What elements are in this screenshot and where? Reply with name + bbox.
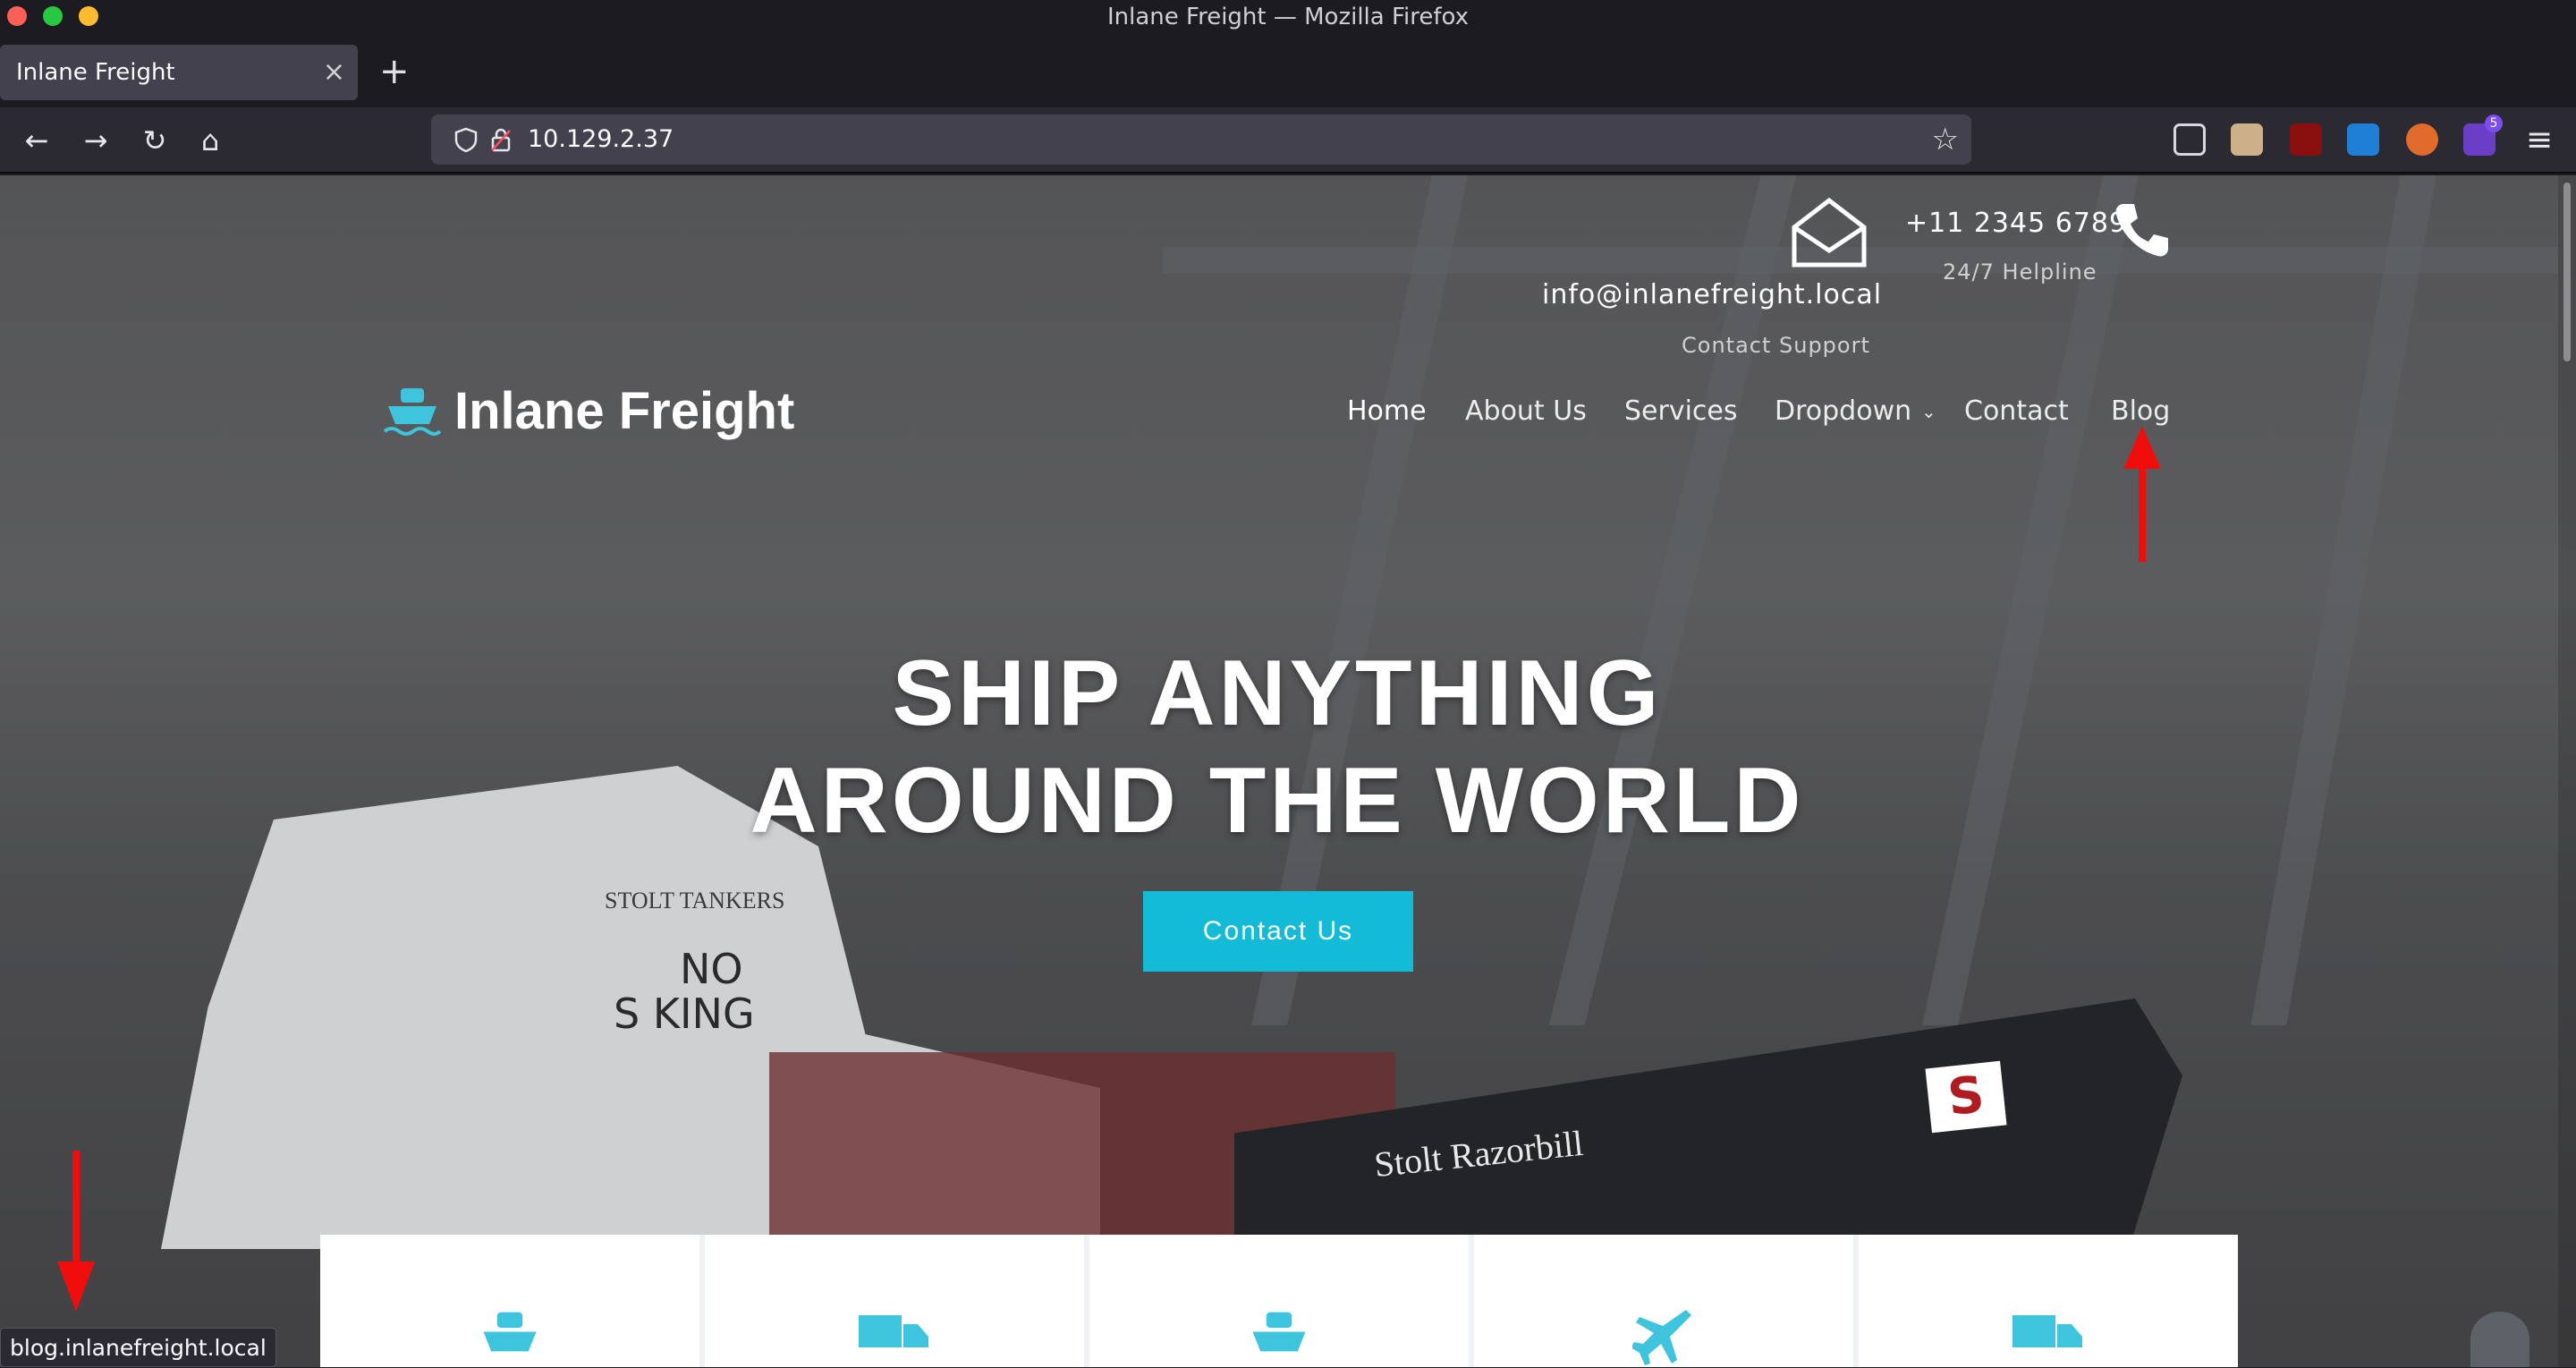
bookmark-star-icon[interactable]: ☆ — [1932, 115, 1959, 165]
contact-phone[interactable]: +11 2345 6789 — [1905, 208, 2127, 239]
hero-title-line-2: AROUND THE WORLD — [750, 749, 1805, 853]
crane-shape — [1922, 175, 2139, 1025]
shield-icon[interactable] — [454, 127, 478, 152]
service-card[interactable] — [1089, 1235, 1474, 1367]
envelope-icon — [1792, 197, 1867, 268]
back-arrow-icon[interactable]: ← — [14, 118, 59, 163]
contact-email-caption: Contact Support — [1682, 333, 1870, 358]
service-card[interactable] — [705, 1235, 1089, 1367]
insecure-lock-icon[interactable] — [490, 127, 512, 152]
extension-foxy-icon[interactable] — [2231, 123, 2263, 156]
hero-title-line-1: SHIP ANYTHING — [892, 642, 1663, 745]
service-card[interactable] — [1859, 1235, 2238, 1367]
truck-icon — [859, 1315, 928, 1347]
nav-services[interactable]: Services — [1624, 395, 1738, 427]
phone-icon — [2115, 204, 2168, 257]
page-scrollbar[interactable] — [2558, 175, 2576, 1367]
ship-icon — [1252, 1312, 1306, 1352]
close-icon[interactable]: × — [323, 45, 345, 100]
app-menu-icon[interactable]: ≡ — [2517, 118, 2562, 163]
contact-us-button[interactable]: Contact Us — [1143, 891, 1413, 972]
nav-contact[interactable]: Contact — [1964, 395, 2069, 427]
annotation-arrow-down-shaft — [72, 1151, 80, 1267]
scrollbar-thumb[interactable] — [2563, 183, 2571, 361]
ship-icon — [483, 1312, 537, 1352]
annotation-arrow-up-shaft — [2139, 462, 2146, 562]
nav-blog[interactable]: Blog — [2111, 395, 2170, 427]
url-bar[interactable]: 10.129.2.37 ☆ — [431, 115, 1971, 165]
annotation-arrow-up-head — [2123, 426, 2161, 469]
tab-label: Inlane Freight — [16, 59, 175, 86]
crane-shape — [2250, 175, 2436, 1025]
ship-lettering: NO — [680, 945, 743, 993]
service-cards — [320, 1235, 2238, 1367]
site-logo[interactable]: Inlane Freight — [383, 381, 794, 441]
extension-s-icon[interactable] — [2347, 123, 2379, 156]
truck-icon — [2012, 1315, 2082, 1347]
window-title: Inlane Freight — Mozilla Firefox — [1106, 4, 1470, 30]
contact-phone-caption: 24/7 Helpline — [1943, 259, 2097, 285]
reload-icon[interactable]: ↻ — [132, 118, 177, 163]
new-tab-button[interactable]: + — [379, 52, 410, 91]
annotation-arrow-down-head — [57, 1262, 95, 1312]
ship-logo: S — [1925, 1060, 2007, 1134]
nav-about-us[interactable]: About Us — [1465, 395, 1587, 427]
ublock-origin-icon[interactable] — [2290, 123, 2322, 156]
logo-text: Inlane Freight — [454, 382, 795, 440]
service-card[interactable] — [1474, 1235, 1859, 1367]
navigation-toolbar: ← → ↻ ⌂ 10.129.2.37 ☆ 5 ≡ — [0, 107, 2576, 174]
forward-arrow-icon[interactable]: → — [73, 118, 118, 163]
tab-bar: Inlane Freight × + — [0, 38, 2576, 107]
nav-home[interactable]: Home — [1347, 395, 1427, 427]
chevron-down-icon[interactable]: ⌄ — [1921, 401, 1936, 422]
tab-inlane-freight[interactable]: Inlane Freight × — [0, 45, 358, 100]
window-titlebar: Inlane Freight — Mozilla Firefox — [0, 0, 2576, 38]
url-input[interactable]: 10.129.2.37 — [528, 115, 674, 165]
ship-logo-icon — [383, 387, 442, 436]
airplane-icon — [1632, 1310, 1691, 1365]
ship-lettering: STOLT TANKERS — [605, 888, 785, 913]
service-card[interactable] — [320, 1235, 705, 1367]
wappalyzer-icon[interactable] — [2406, 123, 2438, 156]
extension-badge: 5 — [2485, 115, 2503, 132]
nav-dropdown[interactable]: Dropdown — [1775, 395, 1911, 427]
clipboard-widget-icon[interactable] — [2470, 1312, 2529, 1367]
home-icon[interactable]: ⌂ — [188, 118, 233, 163]
page-viewport: STOLT TANKERS NO S KING Stolt Razorbill … — [0, 175, 2576, 1367]
contact-email[interactable]: info@inlanefreight.local — [1542, 279, 1882, 310]
status-bar-link-preview: blog.inlanefreight.local — [0, 1328, 276, 1367]
extension-cube-icon[interactable]: 5 — [2463, 115, 2503, 156]
pocket-icon[interactable] — [2174, 123, 2206, 156]
ship-lettering: S KING — [614, 990, 755, 1038]
